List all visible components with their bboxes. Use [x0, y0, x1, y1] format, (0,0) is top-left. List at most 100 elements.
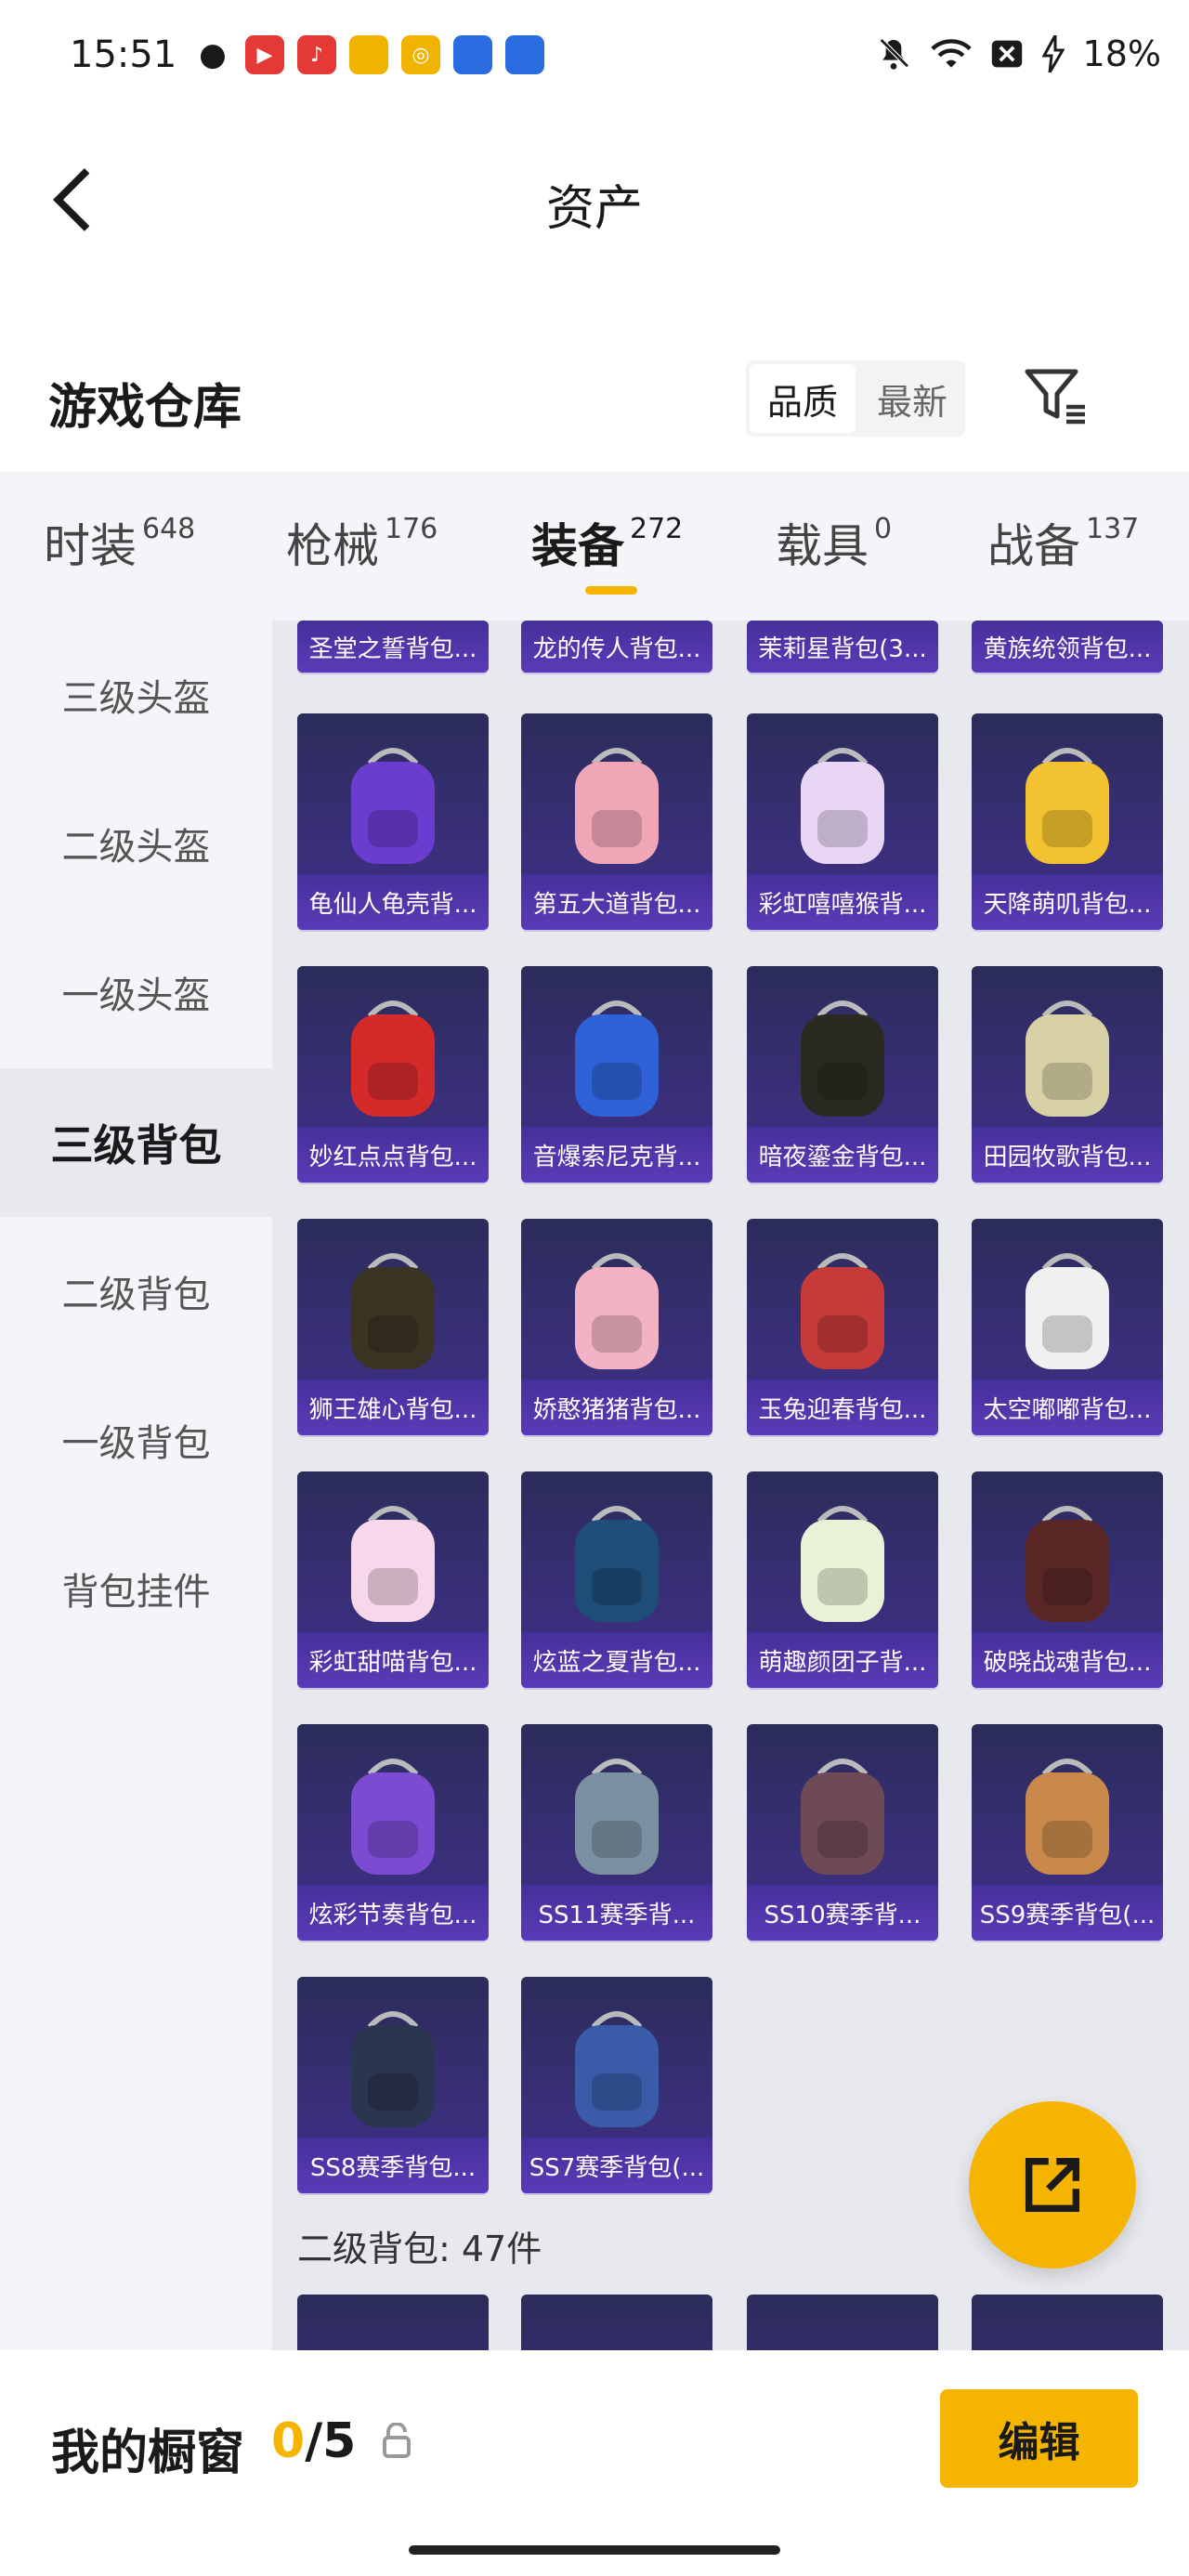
sidebar-item[interactable]: 二级背包 [0, 1217, 272, 1366]
backpack-icon [1026, 1000, 1109, 1117]
item-card[interactable] [297, 2295, 489, 2350]
sort-newest-button[interactable]: 最新 [859, 360, 965, 437]
item-card[interactable]: 狮王雄心背包... [297, 1219, 489, 1435]
item-name: SS10赛季背... [747, 1885, 938, 1941]
external-link-icon [1025, 2157, 1080, 2213]
backpack-icon [351, 1000, 435, 1117]
sidebar-item[interactable]: 二级头盔 [0, 769, 272, 918]
item-card[interactable]: SS8赛季背包... [297, 1977, 489, 2193]
item-card[interactable]: 第五大道背包... [521, 713, 712, 930]
status-time: 15:51 [70, 33, 177, 76]
item-card[interactable]: 娇憨猪猪背包... [521, 1219, 712, 1435]
item-name: 田园牧歌背包... [972, 1127, 1163, 1183]
backpack-icon [575, 1759, 659, 1875]
item-card[interactable]: 黄族统领背包... [972, 621, 1163, 673]
game-app-icon [349, 35, 388, 74]
page-title: 资产 [545, 181, 643, 237]
sidebar-item-active[interactable]: 三级背包 [0, 1068, 272, 1217]
item-card[interactable]: 龙的传人背包... [521, 621, 712, 673]
backpack-icon [801, 1253, 884, 1369]
item-name: 龙的传人背包... [521, 621, 712, 673]
item-card[interactable]: 茉莉星背包(3... [747, 621, 938, 673]
item-name: 茉莉星背包(3... [747, 621, 938, 673]
item-card[interactable]: 太空嘟嘟背包... [972, 1219, 1163, 1435]
tab-vehicles[interactable]: 载具 0 [776, 509, 892, 576]
item-name: 第五大道背包... [521, 874, 712, 930]
sidebar-item[interactable]: 一级头盔 [0, 918, 272, 1066]
item-card[interactable]: 音爆索尼克背... [521, 966, 712, 1183]
item-card[interactable]: 龟仙人龟壳背... [297, 713, 489, 930]
mute-icon [875, 35, 912, 72]
status-app-icons: ● ▶ ♪ ◎ [193, 35, 544, 74]
status-bar: 15:51 ● ▶ ♪ ◎ 18% [0, 0, 1189, 111]
item-name: 圣堂之誓背包... [297, 621, 489, 673]
game-app-icon [505, 35, 544, 74]
sidebar-item[interactable]: 一级背包 [0, 1366, 272, 1514]
backpack-icon [1026, 1506, 1109, 1622]
item-card[interactable]: SS9赛季背包(... [972, 1724, 1163, 1941]
charging-icon [1041, 35, 1065, 72]
tab-equipment[interactable]: 装备 272 [531, 509, 683, 576]
item-card[interactable]: 圣堂之誓背包... [297, 621, 489, 673]
item-name: 妙红点点背包... [297, 1127, 489, 1183]
item-card[interactable] [972, 2295, 1163, 2350]
filter-button[interactable] [1022, 362, 1089, 429]
item-card[interactable]: 暗夜鎏金背包... [747, 966, 938, 1183]
item-name: SS9赛季背包(... [972, 1885, 1163, 1941]
item-name: 萌趣颜团子背... [747, 1632, 938, 1688]
item-card[interactable] [521, 2295, 712, 2350]
sidebar-item[interactable]: 背包挂件 [0, 1514, 272, 1663]
home-indicator [409, 2545, 780, 2555]
lock-icon [381, 2422, 412, 2458]
backpack-icon [801, 748, 884, 864]
item-card[interactable]: 炫彩节奏背包... [297, 1724, 489, 1941]
tab-combat-gear[interactable]: 战备 137 [987, 509, 1139, 576]
item-name: 彩虹嘻嘻猴背... [747, 874, 938, 930]
sort-quality-button[interactable]: 品质 [750, 364, 856, 433]
backpack-icon [575, 748, 659, 864]
backpack-icon [575, 2011, 659, 2127]
backpack-icon [801, 1506, 884, 1622]
item-card[interactable]: 炫蓝之夏背包... [521, 1471, 712, 1688]
item-card[interactable] [747, 2295, 938, 2350]
item-name: SS7赛季背包(... [521, 2138, 712, 2193]
share-fab-button[interactable] [969, 2101, 1136, 2269]
status-right: 18% [875, 33, 1161, 74]
item-card[interactable]: 田园牧歌背包... [972, 966, 1163, 1183]
item-name: SS8赛季背包... [297, 2138, 489, 2193]
showcase-count: 0/5 [271, 2413, 357, 2469]
item-card[interactable]: SS10赛季背... [747, 1724, 938, 1941]
tab-fashion[interactable]: 时装 648 [44, 509, 195, 576]
video-app-icon: ▶ [245, 35, 284, 74]
backpack-icon [575, 1506, 659, 1622]
item-card[interactable]: 彩虹甜喵背包... [297, 1471, 489, 1688]
active-tab-indicator [585, 586, 637, 595]
tab-weapons[interactable]: 枪械 176 [286, 509, 438, 576]
item-card[interactable]: 破晓战魂背包... [972, 1471, 1163, 1688]
backpack-icon [575, 1253, 659, 1369]
backpack-icon [351, 1506, 435, 1622]
item-card[interactable]: 萌趣颜团子背... [747, 1471, 938, 1688]
item-name: SS11赛季背... [521, 1885, 712, 1941]
item-name: 天降萌叽背包... [972, 874, 1163, 930]
item-card[interactable]: 妙红点点背包... [297, 966, 489, 1183]
wechat-icon: ● [199, 36, 227, 73]
item-name: 狮王雄心背包... [297, 1380, 489, 1435]
showcase-label: 我的橱窗 [51, 2426, 245, 2481]
game-app-icon [453, 35, 492, 74]
category-tabs: 时装 648 枪械 176 装备 272 载具 0 战备 137 [0, 472, 1189, 621]
section-title: 游戏仓库 [48, 380, 242, 436]
item-name: 玉兔迎春背包... [747, 1380, 938, 1435]
item-card[interactable]: 玉兔迎春背包... [747, 1219, 938, 1435]
item-card[interactable]: SS7赛季背包(... [521, 1977, 712, 2193]
sidebar-item[interactable]: 三级头盔 [0, 621, 272, 769]
item-card[interactable]: SS11赛季背... [521, 1724, 712, 1941]
backpack-icon [351, 2011, 435, 2127]
backpack-icon [351, 748, 435, 864]
item-card[interactable]: 彩虹嘻嘻猴背... [747, 713, 938, 930]
item-card[interactable]: 天降萌叽背包... [972, 713, 1163, 930]
edit-button[interactable]: 编辑 [940, 2389, 1138, 2488]
item-name: 炫蓝之夏背包... [521, 1632, 712, 1688]
next-section-label: 二级背包: 47件 [297, 2229, 542, 2269]
backpack-icon [1026, 1759, 1109, 1875]
